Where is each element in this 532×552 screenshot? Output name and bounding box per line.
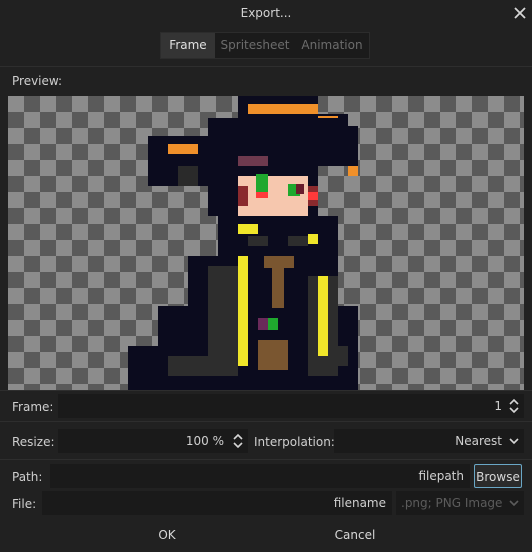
divider: [0, 390, 532, 391]
tab-animation[interactable]: Animation: [295, 33, 369, 58]
divider: [0, 459, 532, 460]
interpolation-value: Nearest: [455, 434, 502, 448]
frame-label: Frame:: [12, 400, 54, 414]
sprite-preview-image: [128, 96, 358, 390]
dialog-title: Export...: [240, 6, 292, 20]
close-button[interactable]: [510, 2, 530, 24]
divider: [0, 421, 532, 422]
filename-value: filename: [333, 496, 386, 510]
spinner-icon[interactable]: [232, 430, 244, 452]
tab-spritesheet[interactable]: Spritesheet: [215, 33, 295, 58]
ok-button[interactable]: OK: [152, 523, 182, 547]
resize-spinbox[interactable]: 100 %: [58, 429, 248, 453]
interpolation-select[interactable]: Nearest: [334, 429, 524, 453]
preview-label: Preview:: [12, 74, 63, 88]
file-format-select[interactable]: .png; PNG Image: [396, 491, 524, 515]
preview-canvas: [8, 96, 524, 390]
chevron-down-icon: [509, 438, 519, 445]
spinner-icon[interactable]: [508, 395, 520, 417]
browse-button[interactable]: Browse: [474, 464, 522, 488]
path-label: Path:: [12, 470, 43, 484]
filename-input[interactable]: filename: [42, 491, 392, 515]
file-label: File:: [12, 497, 37, 511]
chevron-down-icon: [509, 500, 519, 507]
frame-value: 1: [494, 399, 502, 413]
interpolation-label: Interpolation:: [254, 435, 335, 449]
path-input[interactable]: filepath: [50, 464, 470, 488]
divider: [0, 66, 532, 67]
cancel-button[interactable]: Cancel: [330, 523, 380, 547]
export-tabs: Frame Spritesheet Animation: [160, 32, 370, 59]
frame-spinbox[interactable]: 1: [58, 394, 524, 418]
tab-frame[interactable]: Frame: [161, 33, 215, 58]
file-format-value: .png; PNG Image: [401, 496, 503, 510]
resize-label: Resize:: [12, 435, 55, 449]
close-icon: [514, 7, 526, 19]
resize-value: 100 %: [185, 434, 224, 448]
path-value: filepath: [418, 469, 464, 483]
